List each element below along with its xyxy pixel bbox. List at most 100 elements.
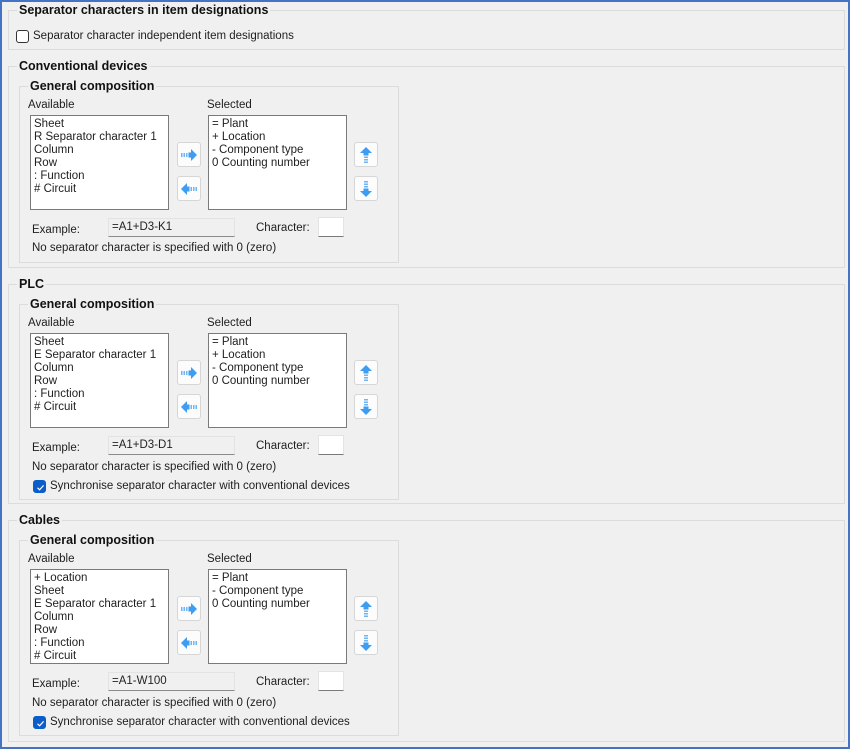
cables-group: Cables General composition Available Sel… bbox=[8, 513, 845, 742]
character-label: Character: bbox=[256, 440, 310, 452]
plc-composition-title: General composition bbox=[28, 297, 157, 311]
arrow-up-icon bbox=[359, 600, 373, 618]
sync-separator-label[interactable]: Synchronise separator character with con… bbox=[50, 716, 350, 729]
move-down-button[interactable] bbox=[354, 176, 378, 201]
list-item[interactable]: Row bbox=[34, 624, 165, 637]
selected-list[interactable]: = Plant - Component type 0 Counting number bbox=[208, 569, 347, 664]
list-item[interactable]: # Circuit bbox=[34, 401, 165, 414]
conventional-composition-title: General composition bbox=[28, 79, 157, 93]
list-item[interactable]: Sheet bbox=[34, 336, 165, 349]
available-label: Available bbox=[28, 99, 75, 111]
list-item[interactable]: Row bbox=[34, 157, 165, 170]
example-label: Example: bbox=[32, 442, 80, 454]
available-label: Available bbox=[28, 317, 75, 329]
character-label: Character: bbox=[256, 222, 310, 234]
list-item[interactable]: = Plant bbox=[212, 336, 343, 349]
list-item[interactable]: E Separator character 1 bbox=[34, 598, 165, 611]
available-list[interactable]: Sheet E Separator character 1 Column Row: F… bbox=[30, 333, 169, 428]
zero-note: No separator character is specified with… bbox=[32, 461, 277, 473]
zero-note: No separator character is specified with… bbox=[32, 242, 277, 254]
plc-general-composition-group: General composition Available Selected S… bbox=[19, 297, 399, 500]
selected-label: Selected bbox=[207, 317, 252, 329]
conventional-devices-group: Conventional devices General composition… bbox=[8, 59, 845, 268]
settings-window: Separator characters in item designation… bbox=[0, 0, 850, 749]
cables-composition-title: General composition bbox=[28, 533, 157, 547]
conventional-devices-title: Conventional devices bbox=[17, 59, 150, 73]
move-left-button[interactable] bbox=[177, 394, 201, 419]
sync-separator-label[interactable]: Synchronise separator character with con… bbox=[50, 480, 350, 493]
example-field: =A1-W100 bbox=[108, 672, 235, 691]
plc-title: PLC bbox=[17, 277, 46, 291]
cables-general-composition-group: General composition Available Selected +… bbox=[19, 533, 399, 736]
list-item[interactable]: # Circuit bbox=[34, 650, 165, 663]
arrow-left-icon bbox=[180, 400, 198, 414]
list-item[interactable]: Column bbox=[34, 611, 165, 624]
plc-group: PLC General composition Available Select… bbox=[8, 277, 845, 504]
move-right-button[interactable] bbox=[177, 360, 201, 385]
separator-characters-title: Separator characters in item designation… bbox=[17, 3, 271, 17]
list-item[interactable]: Sheet bbox=[34, 118, 165, 131]
list-item[interactable]: - Component type bbox=[212, 585, 343, 598]
cables-title: Cables bbox=[17, 513, 62, 527]
arrow-up-icon bbox=[359, 146, 373, 164]
list-item[interactable]: Column bbox=[34, 362, 165, 375]
move-right-button[interactable] bbox=[177, 142, 201, 167]
list-item[interactable]: - Component type bbox=[212, 144, 343, 157]
arrow-down-icon bbox=[359, 634, 373, 652]
separator-characters-group: Separator characters in item designation… bbox=[8, 3, 845, 50]
move-left-button[interactable] bbox=[177, 630, 201, 655]
list-item[interactable]: + Location bbox=[34, 572, 165, 585]
move-up-button[interactable] bbox=[354, 360, 378, 385]
list-item[interactable]: + Location bbox=[212, 349, 343, 362]
example-label: Example: bbox=[32, 678, 80, 690]
sync-separator-checkbox[interactable] bbox=[33, 480, 46, 493]
character-label: Character: bbox=[256, 676, 310, 688]
move-right-button[interactable] bbox=[177, 596, 201, 621]
selected-label: Selected bbox=[207, 99, 252, 111]
list-item[interactable]: # Circuit bbox=[34, 183, 165, 196]
list-item[interactable]: = Plant bbox=[212, 118, 343, 131]
arrow-left-icon bbox=[180, 636, 198, 650]
selected-label: Selected bbox=[207, 553, 252, 565]
sync-separator-checkbox[interactable] bbox=[33, 716, 46, 729]
move-up-button[interactable] bbox=[354, 596, 378, 621]
zero-note: No separator character is specified with… bbox=[32, 697, 277, 709]
list-item[interactable]: : Function bbox=[34, 637, 165, 650]
list-item[interactable]: E Separator character 1 bbox=[34, 349, 165, 362]
arrow-down-icon bbox=[359, 398, 373, 416]
character-input[interactable] bbox=[318, 217, 344, 237]
arrow-right-icon bbox=[180, 366, 198, 380]
arrow-down-icon bbox=[359, 180, 373, 198]
available-list[interactable]: Sheet R Separator character 1 Column Row: F… bbox=[30, 115, 169, 210]
move-down-button[interactable] bbox=[354, 630, 378, 655]
arrow-up-icon bbox=[359, 364, 373, 382]
independent-designations-checkbox[interactable] bbox=[16, 30, 29, 43]
available-list[interactable]: + Location Sheet E Separator character 1 Co… bbox=[30, 569, 169, 664]
selected-list[interactable]: = Plant + Location - Component type 0 Count… bbox=[208, 115, 347, 210]
selected-list[interactable]: = Plant + Location - Component type 0 Count… bbox=[208, 333, 347, 428]
move-down-button[interactable] bbox=[354, 394, 378, 419]
list-item[interactable]: 0 Counting number bbox=[212, 157, 343, 170]
arrow-right-icon bbox=[180, 148, 198, 162]
list-item[interactable]: 0 Counting number bbox=[212, 598, 343, 611]
list-item[interactable]: 0 Counting number bbox=[212, 375, 343, 388]
list-item[interactable]: : Function bbox=[34, 170, 165, 183]
arrow-left-icon bbox=[180, 182, 198, 196]
character-input[interactable] bbox=[318, 435, 344, 455]
list-item[interactable]: = Plant bbox=[212, 572, 343, 585]
conventional-general-composition-group: General composition Available Selected S… bbox=[19, 79, 399, 263]
list-item[interactable]: Row bbox=[34, 375, 165, 388]
list-item[interactable]: : Function bbox=[34, 388, 165, 401]
list-item[interactable]: Column bbox=[34, 144, 165, 157]
character-input[interactable] bbox=[318, 671, 344, 691]
available-label: Available bbox=[28, 553, 75, 565]
list-item[interactable]: + Location bbox=[212, 131, 343, 144]
example-field: =A1+D3-D1 bbox=[108, 436, 235, 455]
move-left-button[interactable] bbox=[177, 176, 201, 201]
list-item[interactable]: Sheet bbox=[34, 585, 165, 598]
move-up-button[interactable] bbox=[354, 142, 378, 167]
list-item[interactable]: R Separator character 1 bbox=[34, 131, 165, 144]
example-label: Example: bbox=[32, 224, 80, 236]
list-item[interactable]: - Component type bbox=[212, 362, 343, 375]
independent-designations-label[interactable]: Separator character independent item des… bbox=[33, 30, 294, 43]
